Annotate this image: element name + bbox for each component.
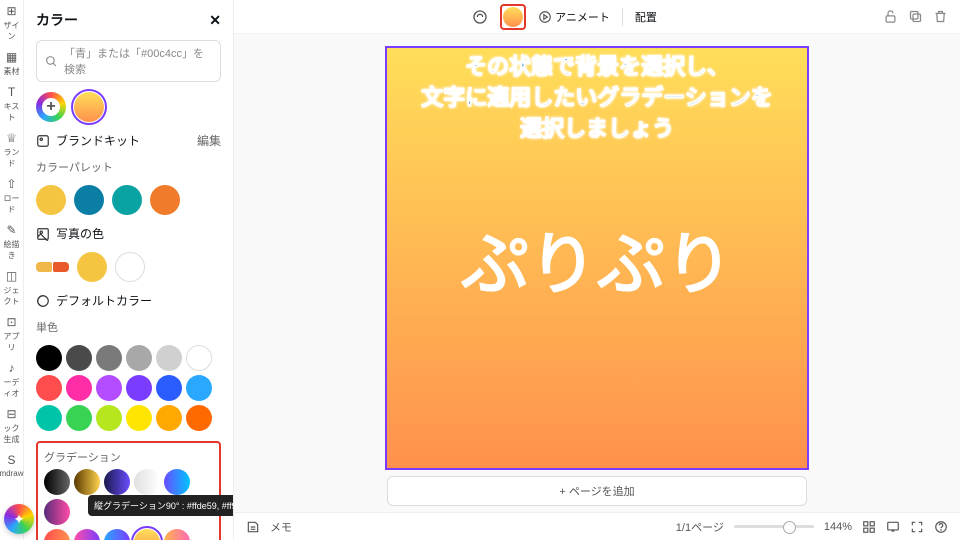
left-rail: ⊞ザイン ▦素材 Tキスト ♕ランド ⇧ロード ✎絵描き ◫ジェクト ⊡アプリ ♪ーディオ ⊟ック… — [0, 0, 24, 540]
brandkit-label: ブランドキット — [56, 132, 140, 149]
gradient-label: グラデーション — [44, 449, 213, 465]
solid-swatch[interactable] — [66, 375, 92, 401]
gradient-swatch[interactable] — [134, 529, 160, 540]
solid-swatch[interactable] — [36, 345, 62, 371]
solid-swatch[interactable] — [156, 345, 182, 371]
arrange-button[interactable]: 配置 — [629, 6, 663, 28]
help-icon[interactable] — [934, 520, 948, 534]
solid-swatch[interactable] — [96, 345, 122, 371]
search-placeholder: 「青」または「#00c4cc」を検索 — [64, 45, 212, 77]
palette-swatch[interactable] — [150, 185, 180, 215]
palette-swatch[interactable] — [74, 185, 104, 215]
solid-swatch[interactable] — [96, 375, 122, 401]
gradient-swatch[interactable] — [44, 469, 70, 495]
solid-swatch[interactable] — [66, 405, 92, 431]
solid-label: 単色 — [36, 319, 221, 335]
grid-icon[interactable] — [862, 520, 876, 534]
palette-label: カラーパレット — [36, 159, 221, 175]
gradient-swatch[interactable] — [134, 469, 160, 495]
fullscreen-icon[interactable] — [910, 520, 924, 534]
lock-icon[interactable] — [883, 9, 898, 24]
rail-item[interactable]: Tキスト — [0, 85, 23, 123]
main-area: アニメート 配置 その状態で背景を選択し、文字に適用したいグラデーションを選択し… — [234, 0, 960, 540]
rail-item[interactable]: ◫ジェクト — [0, 269, 23, 307]
add-page-button[interactable]: + ページを追加 — [387, 476, 807, 506]
page-indicator[interactable]: 1/1ページ — [676, 519, 724, 535]
rail-item[interactable]: ⇧ロード — [0, 177, 23, 215]
add-color-button[interactable] — [36, 92, 66, 122]
search-icon — [45, 55, 58, 68]
top-toolbar: アニメート 配置 — [234, 0, 960, 34]
memo-label[interactable]: メモ — [270, 519, 292, 535]
default-label: デフォルトカラー — [56, 292, 152, 309]
copy-icon[interactable] — [908, 9, 923, 24]
palette-swatch[interactable] — [36, 185, 66, 215]
gradient-swatch[interactable] — [104, 529, 130, 540]
solid-swatch[interactable] — [66, 345, 92, 371]
solid-swatch[interactable] — [36, 375, 62, 401]
rail-item[interactable]: ♪ーディオ — [0, 361, 23, 399]
zoom-slider[interactable] — [734, 525, 814, 528]
search-input[interactable]: 「青」または「#00c4cc」を検索 — [36, 40, 221, 82]
rail-item[interactable]: ⊟ック生成 — [0, 407, 23, 445]
solid-swatch[interactable] — [156, 375, 182, 401]
rail-item[interactable]: ▦素材 — [4, 50, 20, 77]
palette-swatch[interactable] — [112, 185, 142, 215]
trash-icon[interactable] — [933, 9, 948, 24]
memo-icon[interactable] — [246, 520, 260, 534]
gradient-swatch[interactable] — [104, 469, 130, 495]
rail-item[interactable]: Smdraw — [0, 453, 24, 478]
annotation-overlay: その状態で背景を選択し、文字に適用したいグラデーションを選択しましょう — [421, 52, 773, 144]
rail-item[interactable]: ⊞ザイン — [0, 4, 23, 42]
canvas-text[interactable]: ぷりぷり — [461, 209, 733, 308]
solid-swatch[interactable] — [126, 345, 152, 371]
photo-icon — [36, 227, 50, 241]
gradient-section-highlight: グラデーション 縦グラデーション90° : #ffde59, #ff914d — [36, 441, 221, 540]
gradient-swatch[interactable] — [164, 529, 190, 540]
solid-swatch[interactable] — [186, 375, 212, 401]
footer-bar: メモ 1/1ページ 144% — [234, 512, 960, 540]
gradient-swatch[interactable] — [44, 499, 70, 525]
animate-button[interactable]: アニメート — [532, 6, 616, 28]
gradient-swatch[interactable] — [164, 469, 190, 495]
solid-swatch[interactable] — [186, 345, 212, 371]
gradient-swatch[interactable] — [74, 469, 100, 495]
photo-swatch[interactable] — [115, 252, 145, 282]
effects-button[interactable] — [466, 6, 494, 28]
close-icon[interactable]: ✕ — [209, 12, 221, 29]
color-chip-highlight — [500, 4, 526, 30]
solid-swatch[interactable] — [36, 405, 62, 431]
solid-swatch[interactable] — [96, 405, 122, 431]
solid-swatch[interactable] — [126, 375, 152, 401]
brandkit-icon — [36, 134, 50, 148]
photo-minis — [36, 262, 69, 272]
current-gradient-swatch[interactable] — [74, 92, 104, 122]
background-color-chip[interactable] — [503, 7, 523, 27]
gradient-tooltip: 縦グラデーション90° : #ffde59, #ff914d — [88, 495, 234, 516]
edit-link[interactable]: 編集 — [197, 132, 221, 149]
photo-swatch[interactable] — [77, 252, 107, 282]
present-icon[interactable] — [886, 520, 900, 534]
solid-swatch[interactable] — [126, 405, 152, 431]
solid-swatch[interactable] — [156, 405, 182, 431]
solid-swatch[interactable] — [186, 405, 212, 431]
rail-item[interactable]: ✎絵描き — [0, 223, 23, 261]
default-icon — [36, 294, 50, 308]
gradient-swatch[interactable] — [44, 529, 70, 540]
gradient-swatch[interactable] — [74, 529, 100, 540]
panel-title: カラー — [36, 10, 78, 30]
zoom-level[interactable]: 144% — [824, 521, 852, 533]
color-panel: カラー ✕ 「青」または「#00c4cc」を検索 ブランドキット 編集 カラーパ… — [24, 0, 234, 540]
rail-item[interactable]: ⊡アプリ — [0, 315, 23, 353]
photo-label: 写真の色 — [56, 225, 104, 242]
rail-item[interactable]: ♕ランド — [0, 131, 23, 169]
magic-fab[interactable] — [4, 504, 34, 534]
